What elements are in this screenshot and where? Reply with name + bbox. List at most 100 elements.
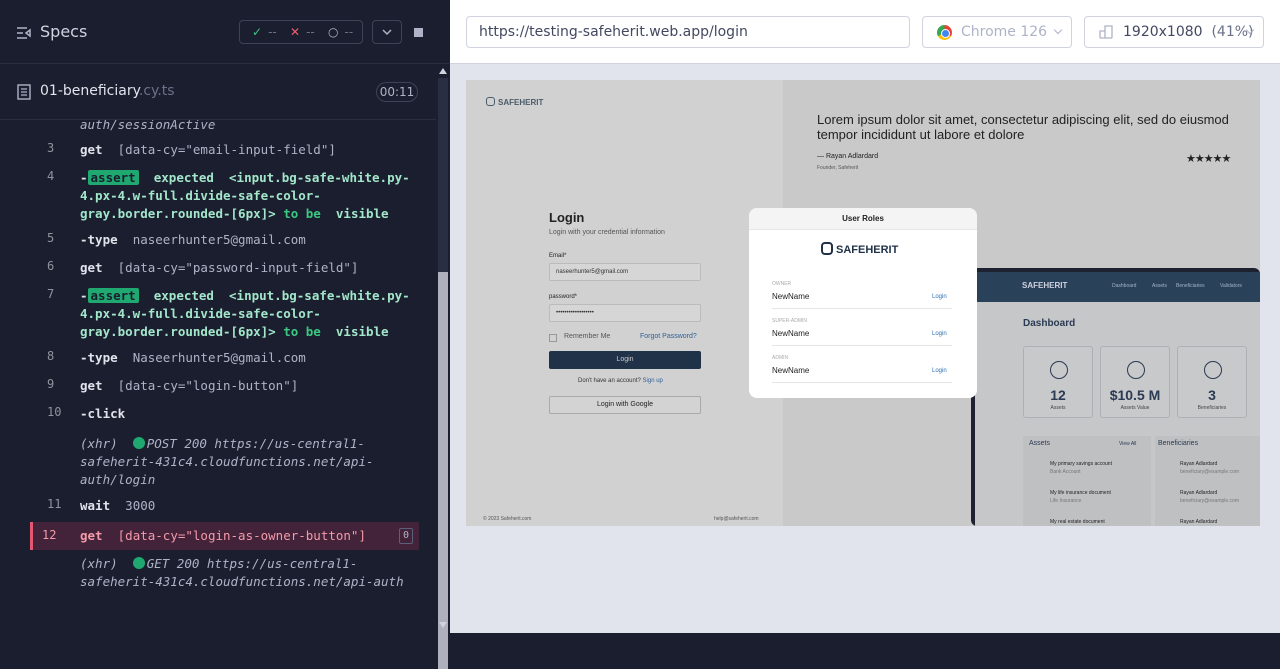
chrome-icon xyxy=(937,25,952,40)
signup-link[interactable]: Sign up xyxy=(643,378,663,384)
command-number: 4 xyxy=(47,169,55,183)
spec-duration: 00:11 xyxy=(376,82,418,102)
beneficiaries-title: Beneficiaries xyxy=(1158,440,1199,447)
author-role: Founder, Safeherit xyxy=(817,165,859,171)
command-name: wait xyxy=(80,498,111,513)
no-account-text: Don't have an account? xyxy=(578,378,641,384)
command-name: -click xyxy=(80,406,126,421)
command-value: 3000 xyxy=(125,498,156,513)
beneficiary-name: Rayan Adlardard xyxy=(1180,461,1218,467)
password-input[interactable]: •••••••••••••••••• xyxy=(549,304,701,322)
assets-list xyxy=(1023,436,1151,526)
browser-selector[interactable]: Chrome 126 xyxy=(922,16,1072,48)
command-row-active[interactable]: 12 get [data-cy="login-as-owner-button"]… xyxy=(30,522,419,550)
forgot-password-link[interactable]: Forgot Password? xyxy=(640,333,697,340)
role-user-name: NewName xyxy=(772,329,810,338)
command-name: - xyxy=(80,170,88,185)
command-name: - xyxy=(80,288,88,303)
login-as-super-admin-button[interactable]: Login xyxy=(932,331,947,337)
command-body: auth/sessionActive xyxy=(80,120,410,134)
command-name: get xyxy=(80,378,103,393)
command-number: 6 xyxy=(47,259,55,273)
spec-file-ext: .cy.ts xyxy=(138,83,175,99)
specs-list-icon[interactable] xyxy=(16,25,32,41)
command-log: auth/sessionActive 3 get [data-cy="email… xyxy=(30,120,419,596)
login-panel: SAFEHERIT Login Login with your credenti… xyxy=(466,80,783,526)
user-roles-modal: User Roles SAFEHERIT OWNER NewName Login… xyxy=(749,208,977,398)
scroll-up-arrow-icon[interactable] xyxy=(439,68,447,74)
command-body: -click xyxy=(80,405,410,423)
command-selector: [data-cy="email-input-field"] xyxy=(117,142,336,157)
beneficiary-email: beneficiary@example.com xyxy=(1180,498,1239,504)
asset-name: My real estate document xyxy=(1050,519,1105,525)
command-number: 7 xyxy=(47,287,55,301)
viewport-icon xyxy=(1099,25,1113,39)
chevron-down-icon xyxy=(382,29,392,36)
command-number: 8 xyxy=(47,349,55,363)
xhr-url: auth/sessionActive xyxy=(80,120,216,132)
beneficiaries-list xyxy=(1155,436,1260,526)
command-number: 12 xyxy=(42,528,57,542)
dash-nav-item: Dashboard xyxy=(1112,283,1137,289)
scrollbar-thumb[interactable] xyxy=(438,272,448,669)
command-name: -type xyxy=(80,232,118,247)
scroll-down-arrow-icon[interactable] xyxy=(439,622,447,628)
chevron-down-icon xyxy=(1053,25,1063,35)
spec-file-name[interactable]: 01-beneficiary.cy.ts xyxy=(40,83,175,99)
app-under-test: SAFEHERIT Login Login with your credenti… xyxy=(466,80,1260,526)
command-body: get [data-cy="email-input-field"] xyxy=(80,141,410,159)
command-name: get xyxy=(80,260,103,275)
email-input[interactable]: naseerhunter5@gmail.com xyxy=(549,263,701,281)
command-selector: [data-cy="login-as-owner-button"] xyxy=(117,528,366,543)
passed-stat: ✓ -- xyxy=(240,25,278,39)
modal-brand-text: SAFEHERIT xyxy=(836,244,899,256)
dash-nav-item: Assets xyxy=(1152,283,1168,289)
assets-icon xyxy=(1050,361,1068,379)
role-user-name: NewName xyxy=(772,366,810,375)
google-login-button[interactable]: Login with Google xyxy=(549,396,701,414)
command-name: get xyxy=(80,142,103,157)
stat-card: 12 Assets xyxy=(1023,346,1093,418)
command-value: Naseerhunter5@gmail.com xyxy=(132,350,306,365)
stat-card: $10.5 M Assets Value xyxy=(1100,346,1170,418)
testimonial-quote: Lorem ipsum dolor sit amet, consectetur … xyxy=(817,112,1229,142)
login-title: Login xyxy=(549,210,585,225)
divider xyxy=(772,345,952,346)
role-user-name: NewName xyxy=(772,292,810,301)
remember-label: Remember Me xyxy=(564,333,611,340)
dash-nav-item: Validators xyxy=(1220,283,1242,289)
x-icon: ✕ xyxy=(290,25,301,39)
dashboard-nav: SAFEHERIT Dashboard Assets Beneficiaries… xyxy=(975,272,1260,302)
beneficiary-email: beneficiary@example.com xyxy=(1180,469,1239,475)
asset-type: Bank Account xyxy=(1050,469,1081,475)
command-number: 9 xyxy=(47,377,55,391)
remember-checkbox[interactable] xyxy=(549,334,557,342)
viewport-selector[interactable]: 1920x1080 (41%) xyxy=(1084,16,1264,48)
command-body: get [data-cy="login-button"] xyxy=(80,377,410,395)
command-number: 3 xyxy=(47,141,55,155)
stop-button[interactable] xyxy=(402,20,432,44)
command-body: wait 3000 xyxy=(80,497,410,515)
testimonial-author: — Rayan Adlardard xyxy=(817,153,879,160)
shield-icon xyxy=(821,242,833,255)
command-log-scrollbar[interactable] xyxy=(436,64,450,669)
role-label: ADMIN xyxy=(772,355,789,361)
asset-name: My life insurance document xyxy=(1050,490,1111,496)
login-as-admin-button[interactable]: Login xyxy=(932,368,947,374)
url-field[interactable]: https://testing-safeherit.web.app/login xyxy=(466,16,910,48)
login-as-owner-button[interactable]: Login xyxy=(932,294,947,300)
pending-count: -- xyxy=(344,25,354,39)
collapse-button[interactable] xyxy=(372,20,402,44)
command-number: 5 xyxy=(47,231,55,245)
reporter-panel: Specs ✓ -- ✕ -- ○ -- 01-beneficiary.cy.ts 0… xyxy=(0,0,450,669)
command-number: 10 xyxy=(47,405,62,419)
login-button[interactable]: Login xyxy=(549,351,701,369)
login-subtitle: Login with your credential information xyxy=(549,229,665,236)
email-label: Email* xyxy=(549,253,567,259)
modal-title: User Roles xyxy=(749,208,977,230)
specs-title[interactable]: Specs xyxy=(40,22,87,41)
command-body: get [data-cy="login-as-owner-button"] xyxy=(80,527,410,545)
spec-file-header: 01-beneficiary.cy.ts 00:11 xyxy=(0,64,436,120)
command-number: 11 xyxy=(47,497,62,511)
test-stats: ✓ -- ✕ -- ○ -- xyxy=(239,20,363,44)
